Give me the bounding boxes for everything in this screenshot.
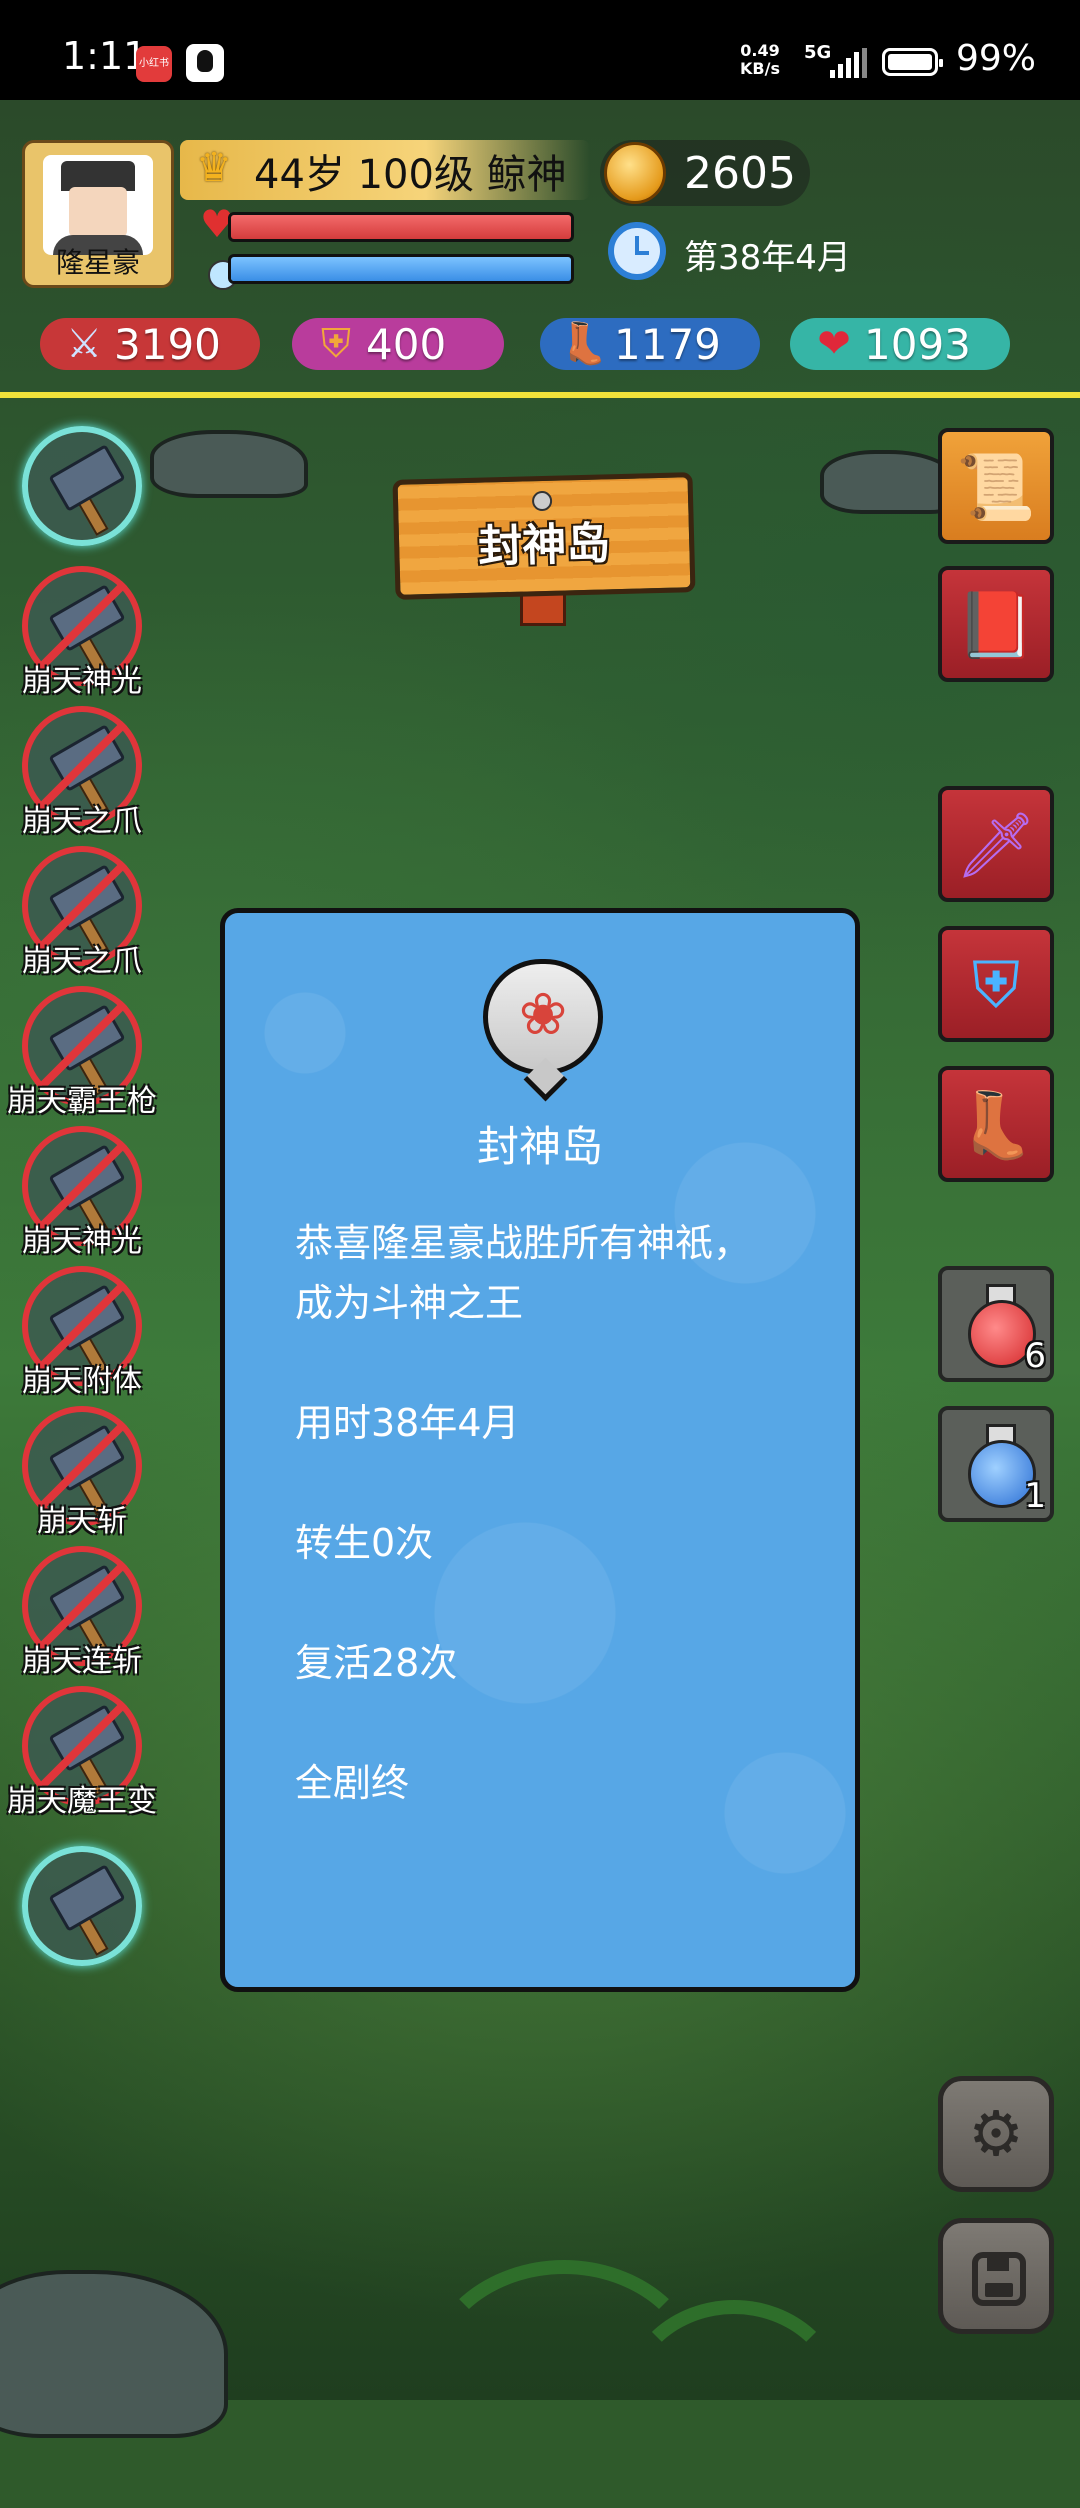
coin-count: 2605 [684, 148, 796, 199]
skill-slot-hammer-tree[interactable] [22, 1846, 142, 1976]
hp-bar-fill [231, 215, 571, 239]
skill-label: 崩天霸王枪 [7, 1084, 157, 1119]
save-icon [972, 2252, 1026, 2306]
heart-plus-icon: ❤ [817, 321, 851, 367]
sword-icon: ⚔ [66, 321, 102, 367]
battery-level: 99% [956, 38, 1037, 79]
vine-decoration [620, 2300, 848, 2508]
skill-label: 崩天连斩 [22, 1644, 142, 1679]
book-icon: 📕 [956, 589, 1036, 663]
xiaohongshu-notification-icon: 小红书 [136, 46, 172, 82]
age-level-title: 44岁 100级 鲸神 [254, 152, 567, 198]
skill-slot[interactable]: 崩天附体 [22, 1266, 142, 1399]
save-button[interactable] [938, 2218, 1054, 2334]
book-button[interactable]: 📕 [938, 566, 1054, 682]
weapon-slot[interactable]: 🗡 [938, 786, 1054, 902]
location-name: 封神岛 [477, 518, 611, 573]
dialog-line: 用时38年4月 [295, 1401, 520, 1445]
hp-potion-count: 6 [1024, 1336, 1046, 1376]
gear-icon: ⚙ [968, 2097, 1024, 2170]
qq-notification-icon [186, 44, 224, 82]
map-button[interactable]: 📜 [938, 428, 1054, 544]
skill-disc [22, 426, 142, 546]
skill-slot[interactable]: 崩天魔王变 [7, 1686, 157, 1819]
armor-slot[interactable]: ⛨ [938, 926, 1054, 1042]
lotus-badge: ❀ [483, 959, 603, 1075]
dialog-line: 全剧终 [295, 1761, 410, 1805]
skill-slot[interactable]: 崩天神光 [22, 566, 142, 699]
lotus-icon: ❀ [518, 980, 568, 1048]
skill-slot-hammer[interactable] [22, 426, 142, 556]
defense-stat: ⛨ 400 [292, 314, 504, 374]
dialog-line: 复活28次 [295, 1641, 458, 1685]
map-scroll-icon: 📜 [956, 451, 1036, 525]
skill-label: 崩天附体 [22, 1364, 142, 1399]
network-speed-unit: KB/s [740, 59, 780, 78]
player-name: 隆星豪 [55, 246, 140, 279]
skill-label: 崩天之爪 [22, 804, 142, 839]
boot-icon: 👢 [559, 321, 609, 367]
dialog-line: 成为斗神之王 [295, 1281, 524, 1325]
mp-bar-fill [231, 257, 571, 281]
mp-potion-count: 1 [1024, 1476, 1046, 1516]
boots-icon: 👢 [956, 1089, 1036, 1163]
speed-value: 1179 [614, 320, 721, 369]
skill-label: 崩天之爪 [22, 944, 142, 979]
skill-slot[interactable]: 崩天之爪 [22, 706, 142, 839]
skill-label: 崩天神光 [22, 1224, 142, 1259]
skill-slot[interactable]: 崩天连斩 [22, 1546, 142, 1679]
network-speed-value: 0.49 [740, 41, 780, 60]
status-bar: 1:11 小红书 0.49 KB/s 5G 99% [0, 0, 1080, 100]
defense-value: 400 [366, 320, 447, 369]
shield-icon: ⛨ [321, 321, 351, 367]
ending-dialog[interactable]: ❀ 封神岛 恭喜隆星豪战胜所有神祇， 成为斗神之王 用时38年4月 转生0次 复… [220, 908, 860, 1992]
skill-label: 崩天神光 [22, 664, 142, 699]
skill-disc [22, 1846, 142, 1966]
skill-slot[interactable]: 崩天之爪 [22, 846, 142, 979]
hp-bar [228, 212, 574, 242]
attack-stat: ⚔ 3190 [40, 314, 260, 374]
coin-icon [604, 142, 666, 204]
armor-icon: ⛨ [972, 949, 1020, 1023]
mp-potion-slot[interactable]: 1 [938, 1406, 1054, 1522]
signal-icon [830, 48, 867, 78]
health-stat: ❤ 1093 [790, 314, 1010, 374]
status-time: 1:11 [62, 34, 148, 78]
health-value: 1093 [864, 320, 971, 369]
settings-button[interactable]: ⚙ [938, 2076, 1054, 2192]
skill-label: 崩天魔王变 [7, 1784, 157, 1819]
attack-value: 3190 [114, 320, 221, 369]
clock-icon [608, 222, 666, 280]
network-speed: 0.49 KB/s [740, 42, 780, 78]
skill-slot[interactable]: 崩天斩 [22, 1406, 142, 1539]
player-avatar[interactable]: 隆星豪 [22, 140, 174, 288]
skill-slot[interactable]: 崩天神光 [22, 1126, 142, 1259]
speed-stat: 👢 1179 [540, 314, 760, 374]
mp-bar [228, 254, 574, 284]
dialog-line: 恭喜隆星豪战胜所有神祇， [295, 1221, 752, 1265]
game-date: 第38年4月 [684, 238, 851, 278]
dialog-title: 封神岛 [476, 1122, 603, 1171]
battery-icon [882, 48, 943, 76]
sword-icon: 🗡 [955, 809, 1037, 883]
skill-slot[interactable]: 崩天霸王枪 [7, 986, 157, 1119]
hud-divider [0, 392, 1080, 398]
boots-slot[interactable]: 👢 [938, 1066, 1054, 1182]
location-sign: 封神岛 [392, 472, 696, 600]
rock-decoration [150, 430, 308, 498]
skill-label: 崩天斩 [37, 1504, 127, 1539]
avatar-portrait [43, 155, 153, 255]
dialog-line: 转生0次 [295, 1521, 434, 1565]
crown-icon: ♛ [196, 145, 232, 191]
hp-potion-slot[interactable]: 6 [938, 1266, 1054, 1382]
